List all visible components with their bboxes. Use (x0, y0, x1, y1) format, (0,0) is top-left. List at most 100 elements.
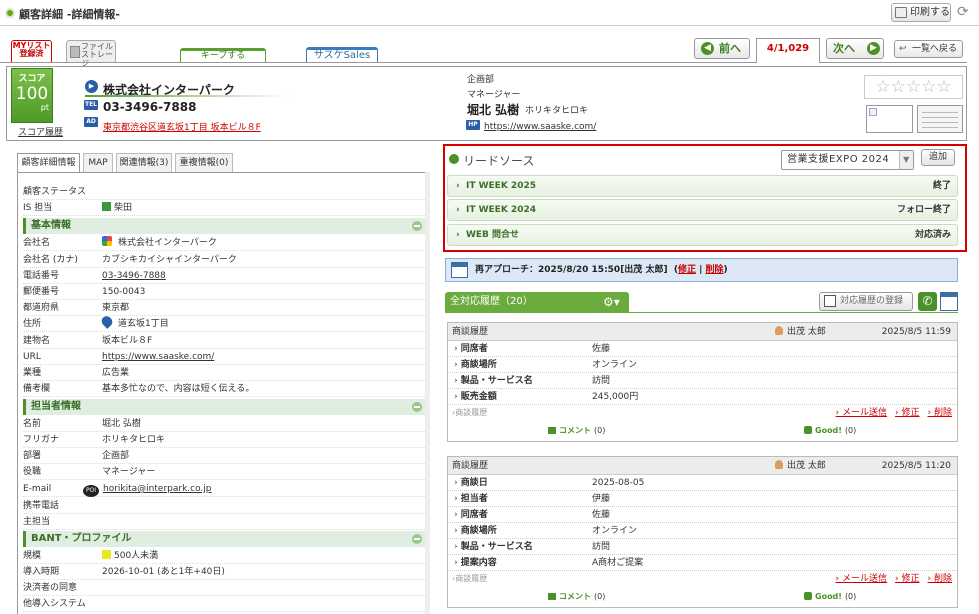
rating-stars[interactable]: ☆☆☆☆☆ (864, 75, 963, 99)
tab-customer-detail[interactable]: 顧客詳細情報 (17, 153, 80, 173)
thumbnail-image-1[interactable] (866, 105, 913, 133)
row-key: 規模 (23, 551, 42, 561)
lead-add-button[interactable]: 追加 (921, 149, 955, 166)
url-link[interactable]: https://www.saaske.com/ (102, 349, 214, 365)
keep-tab[interactable]: キープする (180, 48, 266, 62)
map-pin-icon[interactable] (99, 314, 115, 329)
score-history-link[interactable]: スコア履歴 (18, 125, 63, 138)
edit-link[interactable]: 修正 (895, 574, 919, 584)
card-footer-label: ›商談履歴 (452, 408, 488, 417)
lead-item-status: フォロー終了 (896, 205, 951, 215)
card-row-key: 同席者 (454, 341, 488, 357)
register-history-button[interactable]: 対応履歴の登録 (819, 292, 913, 311)
sasuke-sales-tab[interactable]: サスケSales (306, 47, 378, 62)
address-value: 道玄坂1丁目 (118, 319, 169, 329)
card-row-value: 訪問 (592, 542, 611, 552)
row-key: 部署 (23, 451, 42, 461)
comment-button[interactable]: コメント (0) (548, 421, 605, 441)
history-tab-label: 全対応履歴（20） (450, 296, 533, 307)
card-row-value: 佐藤 (592, 344, 611, 354)
row-key: 会社名 (カナ) (23, 255, 78, 265)
detail-row: 業種 広告業 (23, 365, 427, 381)
card-row-value: オンライン (592, 360, 638, 370)
row-value: 2026-10-01 (あと1年+40日) (102, 567, 225, 577)
detail-row: 決済者の同意 (23, 580, 427, 596)
collapse-icon[interactable] (412, 534, 422, 544)
row-value: 株式会社インターパーク (102, 235, 217, 251)
card-row-key: 製品・サービス名 (454, 539, 533, 555)
good-button[interactable]: Good! (0) (804, 587, 856, 607)
calendar-icon[interactable] (940, 292, 958, 311)
reapproach-edit-link[interactable]: 修正 (678, 265, 696, 275)
scale-value: 500人未満 (114, 551, 159, 561)
print-button[interactable]: 印刷する (891, 3, 951, 22)
gear-icon[interactable]: ⚙▾ (603, 292, 620, 312)
file-storage-tab[interactable]: ファイル ストレージ (66, 40, 116, 67)
history-tab[interactable]: 全対応履歴（20） ⚙▾ (445, 292, 629, 312)
collapse-icon[interactable] (412, 221, 422, 231)
mylist-tab[interactable]: MYリスト 登録済 (11, 40, 52, 62)
row-value: カブシキカイシャインターパーク (102, 255, 237, 265)
lead-select-value: 営業支援EXPO 2024 (787, 154, 890, 165)
card-row-value: A商材ご提案 (592, 558, 644, 568)
card-row: 同席者 佐藤 (448, 507, 957, 523)
delete-link[interactable]: 削除 (928, 408, 952, 418)
section-contact-info[interactable]: 担当者情報 (23, 399, 427, 415)
google-icon[interactable] (102, 236, 112, 246)
next-label: 次へ (833, 42, 855, 55)
comment-button[interactable]: コメント (0) (548, 587, 605, 607)
mail-send-link[interactable]: メール送信 (836, 408, 887, 418)
phone-icon[interactable]: ✆ (918, 292, 937, 311)
detail-row: 部署 企画部 (23, 448, 427, 464)
card-footer: ›商談履歴 メール送信修正削除 (448, 405, 957, 421)
delete-link[interactable]: 削除 (928, 574, 952, 584)
company-play-icon[interactable]: ▶ (85, 80, 98, 93)
reapproach-delete-link[interactable]: 削除 (706, 265, 724, 275)
row-key: 決済者の同意 (23, 583, 78, 593)
lead-item[interactable]: › IT WEEK 2024 フォロー終了 (447, 199, 958, 221)
row-key: 他導入システム (23, 599, 86, 609)
row-key: 建物名 (23, 336, 51, 346)
email-link[interactable]: horikita@interpark.co.jp (103, 484, 212, 494)
row-key: 郵便番号 (23, 287, 60, 297)
edit-link[interactable]: 修正 (895, 408, 919, 418)
card-row-value: 佐藤 (592, 510, 611, 520)
person-name: 堀北 弘樹 (467, 103, 520, 117)
lead-item-name-text: IT WEEK 2025 (465, 181, 536, 191)
back-to-list-button[interactable]: ↩ 一覧へ戻る (894, 40, 963, 58)
mail-send-link[interactable]: メール送信 (836, 574, 887, 584)
lead-source-select[interactable]: 営業支援EXPO 2024 ▼ (781, 150, 914, 170)
left-panel-scrollbar[interactable] (425, 172, 430, 614)
row-key: 携帯電話 (23, 501, 60, 511)
collapse-icon[interactable] (412, 402, 422, 412)
section-basic-info[interactable]: 基本情報 (23, 218, 427, 234)
next-button[interactable]: 次へ ▶ (826, 38, 884, 59)
row-value: ホリキタヒロキ (102, 435, 166, 445)
detail-row-is: IS 担当 柴田 (23, 200, 427, 216)
card-row-key: 商談日 (454, 475, 488, 491)
customer-detail-panel: 顧客ステータス IS 担当 柴田 基本情報 会社名 株式会社インターパーク 会社名… (17, 172, 430, 614)
tab-duplicate-info[interactable]: 重複情報(0) (175, 153, 233, 172)
section-bant-profile[interactable]: BANT・プロファイル (23, 531, 427, 547)
company-tel[interactable]: 03-3496-7888 (103, 100, 196, 114)
detail-row: 他導入システム (23, 596, 427, 612)
lead-item[interactable]: › IT WEEK 2025 終了 (447, 175, 958, 197)
company-url-link[interactable]: https://www.saaske.com/ (484, 122, 596, 132)
tab-map[interactable]: MAP (83, 153, 113, 172)
card-row-value: オンライン (592, 526, 638, 536)
card-footer-label: ›商談履歴 (452, 574, 488, 583)
company-address-link[interactable]: 東京都渋谷区道玄坂1丁目 坂本ビル８F (103, 120, 261, 133)
lead-item[interactable]: › WEB 問合せ 対応済み (447, 224, 958, 246)
thumbnail-image-2[interactable] (917, 105, 963, 133)
prev-label: 前へ (719, 42, 741, 55)
row-value: 坂本ビル８F (102, 336, 153, 346)
is-color-swatch (102, 202, 111, 211)
row-value: 500人未満 (102, 548, 158, 564)
good-button[interactable]: Good! (0) (804, 421, 856, 441)
mail-send-icon[interactable]: POI (83, 485, 99, 497)
phone-link[interactable]: 03-3496-7888 (102, 268, 166, 284)
refresh-icon[interactable]: ⟳ (957, 4, 969, 20)
prev-button[interactable]: ◀ 前へ (694, 38, 750, 59)
broken-image-icon (869, 108, 877, 116)
tab-related-info[interactable]: 関連情報(3) (116, 153, 172, 172)
